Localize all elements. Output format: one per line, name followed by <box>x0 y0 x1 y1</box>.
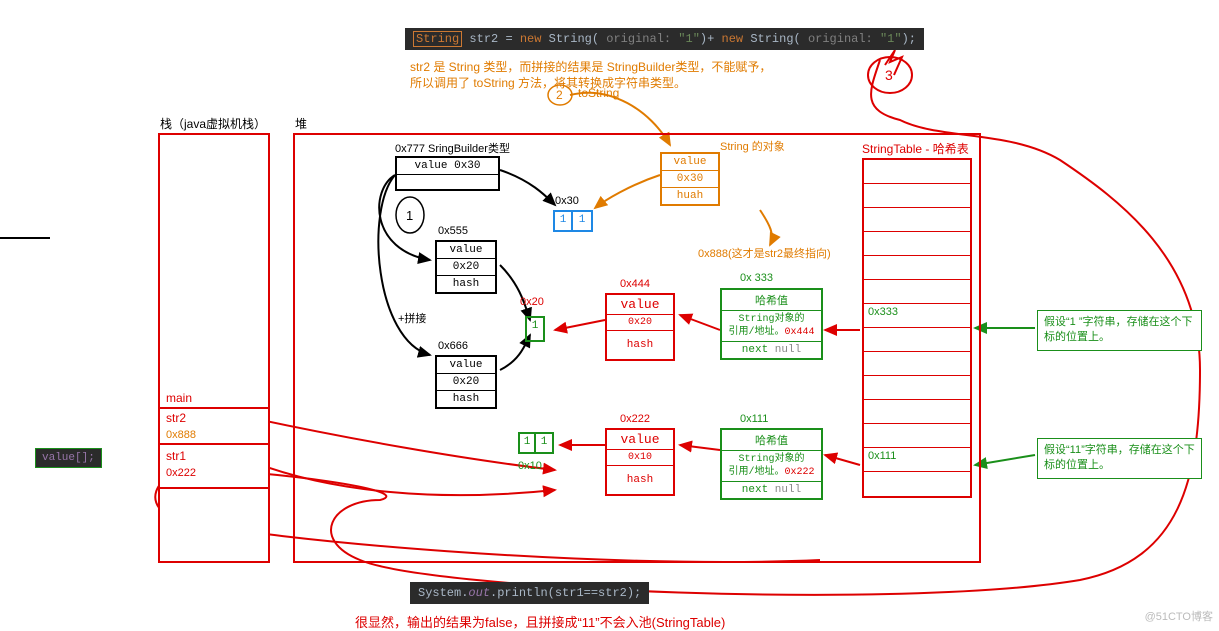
explain-line2: 所以调用了 toString 方法，将其转换成字符串类型。 <box>410 74 686 91</box>
note-1: 假设“1 ”字符串，存储在这个下标的位置上。 <box>1037 310 1202 351</box>
code-top: String str2 = new String( original: "1")… <box>405 28 924 50</box>
arr30: 1 1 <box>553 210 593 232</box>
string-obj-title: String 的对象 <box>720 138 785 154</box>
string-table: 0x333 0x111 <box>862 158 972 498</box>
watermark: @51CTO博客 <box>1145 608 1213 624</box>
conclusion: 很显然，输出的结果为false，且拼接成“11”不会入池(StringTable… <box>355 612 725 631</box>
sb-title: 0x777 SringBuilder类型 <box>395 140 510 156</box>
obj444-addr: 0x444 <box>620 278 650 290</box>
arr10: 1 1 <box>518 432 554 454</box>
string-obj: value 0x30 huah <box>660 152 720 206</box>
obj555-addr: 0x555 <box>438 225 468 237</box>
obj444: value 0x20 hash <box>605 293 675 361</box>
node111-addr: 0x111 <box>740 413 768 425</box>
obj222-addr: 0x222 <box>620 413 650 425</box>
heap-title: 堆 <box>295 115 307 132</box>
obj666: value 0x20 hash <box>435 355 497 409</box>
stringtable-slot-333: 0x333 <box>864 304 970 328</box>
svg-text:3: 3 <box>885 67 893 83</box>
stack-str1: str1 <box>160 445 268 465</box>
arr30-addr: 0x30 <box>555 195 579 207</box>
sb-row: value 0x30 <box>397 158 498 175</box>
node333-addr: 0x 333 <box>740 272 773 284</box>
tostring-label: toString <box>578 86 619 100</box>
stack-main: main <box>160 389 268 409</box>
stack-addr2: 0x888 <box>160 427 268 445</box>
node111: 哈希值 String对象的 引用/地址。0x222 next null <box>720 428 823 500</box>
obj555: value 0x20 hash <box>435 240 497 294</box>
addr888-label: 0x888(这才是str2最终指向) <box>698 245 831 261</box>
obj222: value 0x10 hash <box>605 428 675 496</box>
note-2: 假设“11”字符串，存储在这个下标的位置上。 <box>1037 438 1202 479</box>
arr20-addr: 0x20 <box>520 296 544 308</box>
code-bottom: System.out.println(str1==str2); <box>410 582 649 604</box>
explain-line1: str2 是 String 类型，而拼接的结果是 StringBuilder类型… <box>410 58 771 75</box>
stringtable-slot-111: 0x111 <box>864 448 970 472</box>
arr10-addr: 0x10 <box>518 460 542 472</box>
stack-str2: str2 <box>160 409 268 427</box>
value-badge: value[]; <box>35 448 102 468</box>
keyword-string: String <box>413 31 462 47</box>
concat-label: +拼接 <box>398 310 426 326</box>
stringtable-title: StringTable - 哈希表 <box>862 140 969 157</box>
stack-title: 栈（java虚拟机栈） <box>160 115 266 132</box>
sb-box: value 0x30 <box>395 156 500 191</box>
stack-addr1: 0x222 <box>160 465 268 489</box>
obj666-addr: 0x666 <box>438 340 468 352</box>
arr20: 1 <box>525 316 545 342</box>
node333: 哈希值 String对象的 引用/地址。0x444 next null <box>720 288 823 360</box>
stack-box: main str2 0x888 str1 0x222 <box>158 133 270 563</box>
